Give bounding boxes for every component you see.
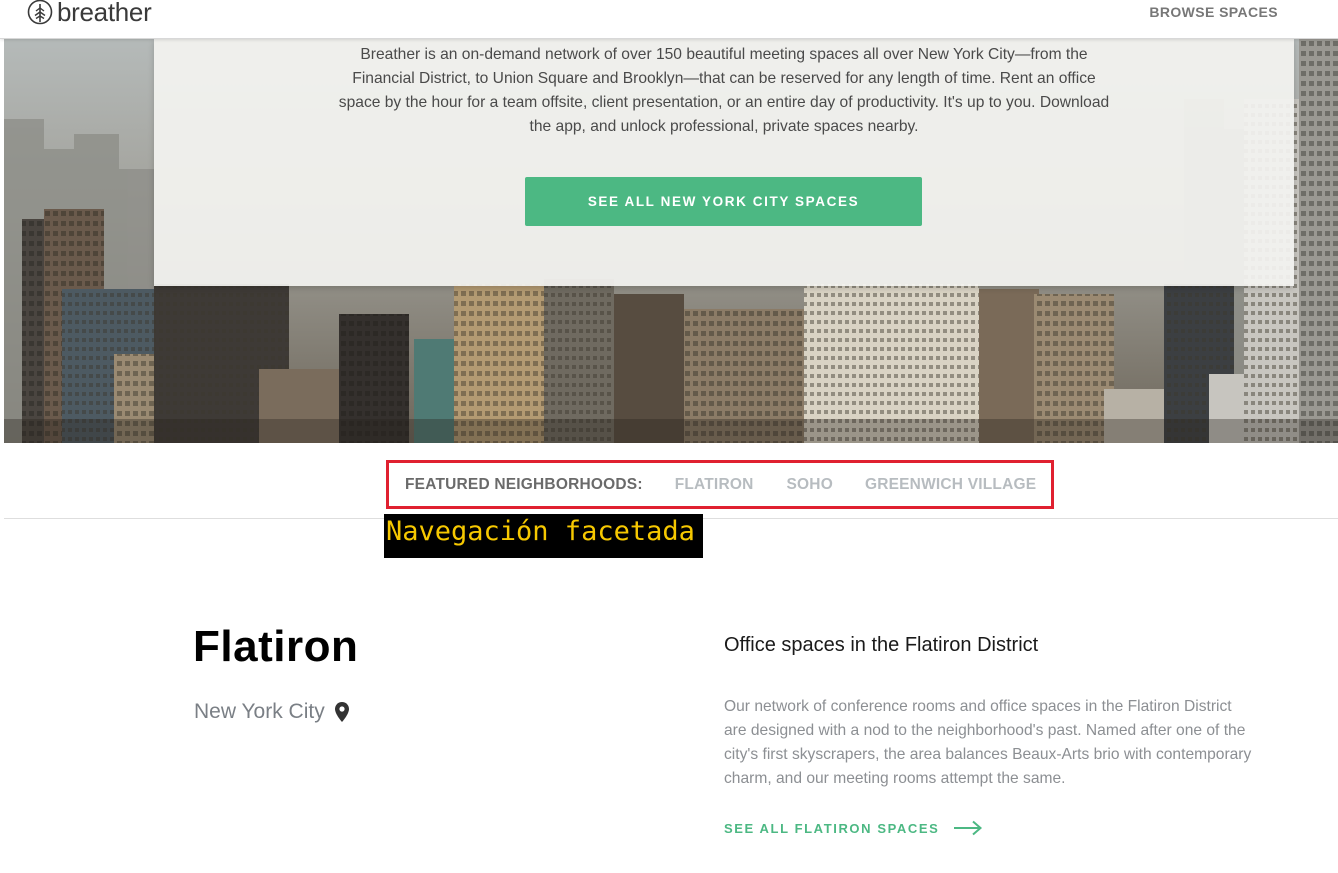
tree-in-circle-icon xyxy=(27,0,53,25)
arrow-right-icon xyxy=(954,820,983,836)
hero-description: Breather is an on-demand network of over… xyxy=(338,46,1110,135)
annotation-label: Navegación facetada xyxy=(384,514,703,558)
neighborhood-description: Our network of conference rooms and offi… xyxy=(724,698,1252,787)
see-all-nyc-spaces-button[interactable]: SEE ALL NEW YORK CITY SPACES xyxy=(525,177,922,226)
top-nav-bar: breather BROWSE SPACES xyxy=(0,0,1338,39)
see-all-flatiron-spaces-link[interactable]: SEE ALL FLATIRON SPACES xyxy=(724,820,983,836)
neighborhood-title: Flatiron xyxy=(193,622,359,671)
browse-spaces-link[interactable]: BROWSE SPACES xyxy=(1149,4,1278,20)
see-all-flatiron-label: SEE ALL FLATIRON SPACES xyxy=(724,820,940,836)
section-subtitle: Office spaces in the Flatiron District xyxy=(724,634,1039,656)
logo-text: breather xyxy=(57,0,152,27)
featured-neighborhoods-label: FEATURED NEIGHBORHOODS: xyxy=(405,475,643,493)
featured-neighborhoods-nav: FEATURED NEIGHBORHOODS: FLATIRON SOHO GR… xyxy=(386,460,1054,509)
hero-intro-card: Breather is an on-demand network of over… xyxy=(154,39,1294,286)
map-pin-icon xyxy=(334,702,349,722)
neighborhood-link-flatiron[interactable]: FLATIRON xyxy=(675,476,754,494)
city-name: New York City xyxy=(194,700,325,723)
neighborhood-link-soho[interactable]: SOHO xyxy=(787,476,833,494)
breather-logo[interactable]: breather xyxy=(27,0,152,28)
hero-section: Breather is an on-demand network of over… xyxy=(4,39,1338,443)
city-line: New York City xyxy=(194,700,349,724)
neighborhood-link-greenwich-village[interactable]: GREENWICH VILLAGE xyxy=(865,476,1036,494)
